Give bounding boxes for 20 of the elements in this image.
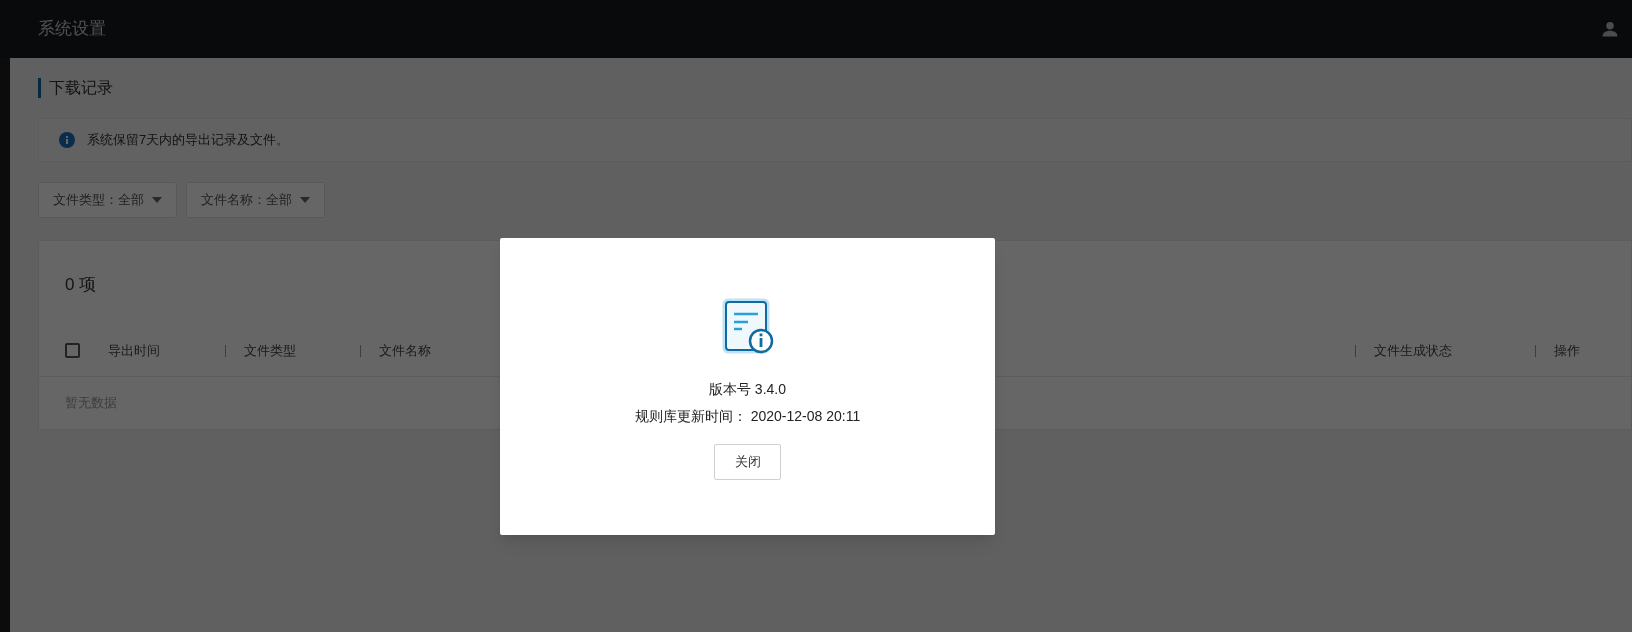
filter-dropdown[interactable]: 文件类型：全部 [38,182,177,218]
filter-dropdown[interactable]: 文件名称：全部 [186,182,325,218]
select-all-checkbox[interactable] [65,343,80,358]
user-icon[interactable] [1600,19,1620,39]
column-header: 文件类型 [244,341,296,360]
info-icon [59,132,75,148]
caret-icon [152,197,162,203]
close-button[interactable]: 关闭 [714,444,781,480]
notice-text: 系统保留7天内的导出记录及文件。 [87,131,290,150]
version-text: 版本号 3.4.0 [709,380,786,399]
column-header: 导出时间 [108,341,160,360]
column-header: 文件生成状态 [1374,341,1452,360]
caret-icon [300,197,310,203]
page-title: 系统设置 [38,18,106,41]
item-count: 0 项 [65,274,97,297]
update-time-text: 规则库更新时间： 2020-12-08 20:11 [634,407,861,426]
column-header: 文件名称 [379,341,431,360]
section-title: 下载记录 [49,78,113,98]
column-header: 操作 [1554,341,1580,360]
document-info-icon [721,298,774,354]
